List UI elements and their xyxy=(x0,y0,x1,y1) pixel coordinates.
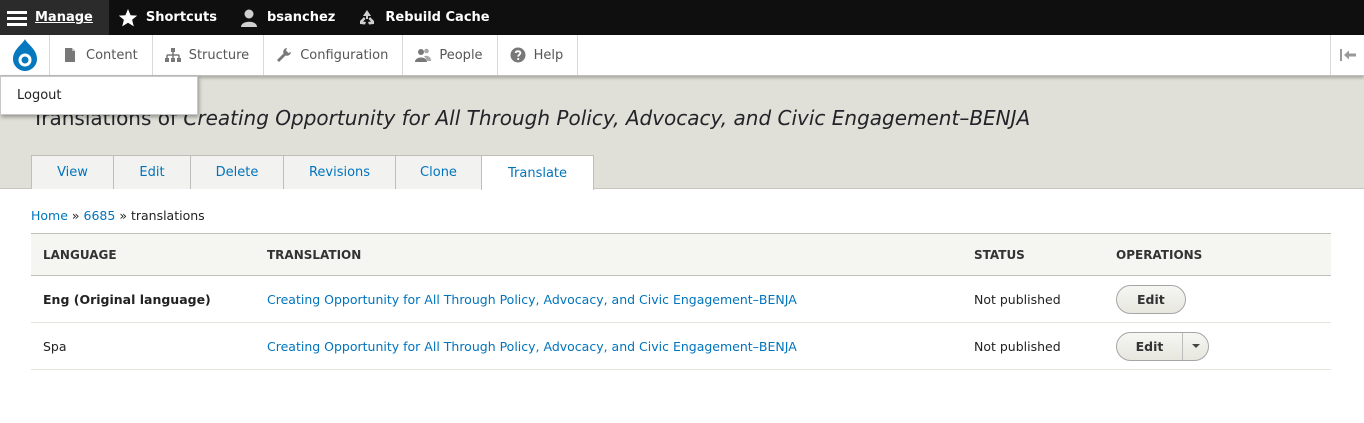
table-header-row: Language Translation Status Operations xyxy=(31,233,1331,276)
tray-item-people[interactable]: People xyxy=(403,35,498,75)
operations-cell: Edit xyxy=(1104,275,1331,323)
breadcrumb-node[interactable]: 6685 xyxy=(84,208,116,223)
manage-label: Manage xyxy=(35,10,93,25)
edit-dropbutton: Edit xyxy=(1116,331,1209,361)
status-cell: Not published xyxy=(962,322,1104,370)
page-title-node: Creating Opportunity for All Through Pol… xyxy=(183,106,1031,130)
language-cell: Eng (Original language) xyxy=(31,275,255,323)
user-menu-dropdown: Logout xyxy=(0,76,198,115)
header-translation: Translation xyxy=(255,233,962,276)
language-cell: Spa xyxy=(31,322,255,370)
people-icon xyxy=(415,48,432,62)
status-cell: Not published xyxy=(962,275,1104,323)
edit-button[interactable]: Edit xyxy=(1117,332,1183,360)
breadcrumb-separator: » xyxy=(115,208,131,223)
tray-item-label: Help xyxy=(533,47,564,63)
drupal-logo-icon[interactable] xyxy=(0,35,50,75)
sitemap-icon xyxy=(164,48,181,62)
hamburger-icon xyxy=(7,8,27,28)
star-icon xyxy=(118,8,138,28)
tray-item-label: Structure xyxy=(188,47,250,63)
header-operations: Operations xyxy=(1104,233,1331,276)
recycle-icon xyxy=(357,8,377,28)
manage-button[interactable]: Manage xyxy=(0,0,109,35)
tray-orientation-toggle[interactable] xyxy=(1330,35,1364,75)
header-language: Language xyxy=(31,233,255,276)
tray-item-label: Configuration xyxy=(300,47,389,63)
breadcrumb: Home » 6685 » translations xyxy=(31,208,205,223)
tray-item-label: People xyxy=(439,47,483,63)
translation-link[interactable]: Creating Opportunity for All Through Pol… xyxy=(267,339,797,354)
wrench-icon xyxy=(277,48,292,62)
translation-cell: Creating Opportunity for All Through Pol… xyxy=(255,275,962,323)
table-row: Eng (Original language) Creating Opportu… xyxy=(31,275,1331,323)
dropbutton-toggle[interactable] xyxy=(1183,333,1208,360)
file-icon xyxy=(65,48,75,62)
tray-item-help[interactable]: Help xyxy=(498,35,579,75)
shortcuts-button[interactable]: Shortcuts xyxy=(109,0,230,35)
tray-item-label: Content xyxy=(86,47,138,63)
breadcrumb-separator: » xyxy=(67,208,84,223)
operations-cell: Edit xyxy=(1104,322,1331,370)
primary-tabs: View Edit Delete Revisions Clone Transla… xyxy=(31,155,594,190)
edit-button[interactable]: Edit xyxy=(1116,284,1186,314)
admin-toolbar: Manage Shortcuts bsanchez Rebuild Cache xyxy=(0,0,1364,35)
shortcuts-label: Shortcuts xyxy=(145,10,217,25)
tab-delete[interactable]: Delete xyxy=(190,155,284,189)
rebuild-cache-button[interactable]: Rebuild Cache xyxy=(348,0,502,35)
tab-revisions[interactable]: Revisions xyxy=(283,155,396,189)
tray-item-configuration[interactable]: Configuration xyxy=(264,35,404,75)
translation-link[interactable]: Creating Opportunity for All Through Pol… xyxy=(267,292,797,307)
chevron-down-icon xyxy=(1191,344,1200,348)
tab-view[interactable]: View xyxy=(31,155,114,189)
user-label: bsanchez xyxy=(266,10,336,25)
tray-item-structure[interactable]: Structure xyxy=(153,35,265,75)
user-button[interactable]: bsanchez xyxy=(230,0,348,35)
translations-table: Language Translation Status Operations E… xyxy=(31,233,1331,370)
help-icon xyxy=(510,47,526,63)
rebuild-cache-label: Rebuild Cache xyxy=(385,10,490,25)
header-status: Status xyxy=(962,233,1104,276)
translation-cell: Creating Opportunity for All Through Pol… xyxy=(255,322,962,370)
tab-translate[interactable]: Translate xyxy=(481,155,594,190)
breadcrumb-current: translations xyxy=(130,208,205,223)
tab-clone[interactable]: Clone xyxy=(395,155,482,189)
tab-edit[interactable]: Edit xyxy=(113,155,191,189)
breadcrumb-home[interactable]: Home xyxy=(31,208,68,223)
collapse-arrow-icon xyxy=(1339,49,1356,61)
user-icon xyxy=(239,8,259,28)
tray-item-content[interactable]: Content xyxy=(50,35,153,75)
admin-tray: Content Structure Configuration People H… xyxy=(0,35,1364,76)
page-header: Translations of Creating Opportunity for… xyxy=(0,76,1364,190)
table-row: Spa Creating Opportunity for All Through… xyxy=(31,322,1331,370)
logout-link[interactable]: Logout xyxy=(17,88,62,103)
